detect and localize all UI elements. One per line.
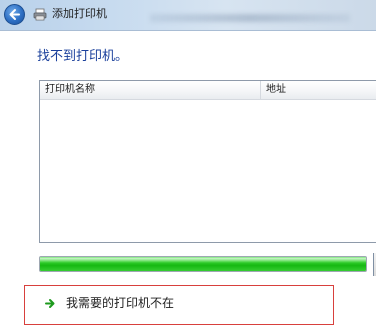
printer-not-listed-label: 我需要的打印机不在 <box>66 296 175 310</box>
green-arrow-icon <box>45 298 55 308</box>
page-heading: 找不到打印机。 <box>37 49 129 64</box>
printer-not-listed-link[interactable]: 我需要的打印机不在 <box>45 293 174 313</box>
title-bar: 添加打印机 <box>0 0 376 31</box>
add-printer-window: 添加打印机 找不到打印机。 打印机名称 地址 我需要的打印机不在 <box>0 0 376 327</box>
column-header-address[interactable]: 地址 <box>261 81 376 99</box>
column-header-printer-name[interactable]: 打印机名称 <box>40 81 261 99</box>
title-bar-glass <box>150 14 350 22</box>
window-title: 添加打印机 <box>52 7 107 20</box>
back-arrow-icon <box>9 9 20 20</box>
search-progress-bar <box>39 256 367 272</box>
back-button[interactable] <box>4 4 25 25</box>
list-header: 打印机名称 地址 <box>40 81 376 100</box>
printer-icon <box>33 8 47 21</box>
progress-shine <box>40 258 366 263</box>
printer-list[interactable]: 打印机名称 地址 <box>39 80 376 243</box>
